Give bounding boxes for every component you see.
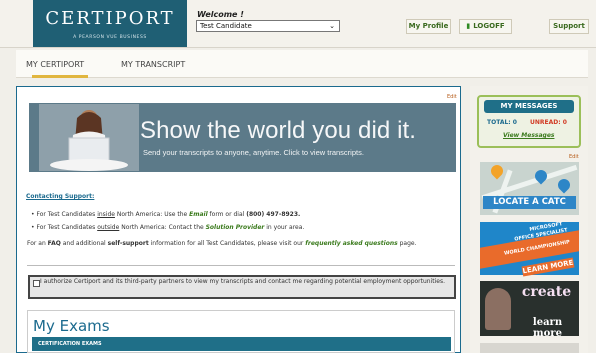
banner-title: Show the world you did it. — [140, 117, 417, 144]
learn-more-label: learn more — [532, 317, 563, 339]
certiport-logo[interactable]: CERTIPORT A PEARSON VUE BUSINESS — [33, 0, 187, 47]
faq-text: For an FAQ and additional self-support i… — [27, 240, 457, 247]
faq-link[interactable]: frequently asked questions — [305, 240, 397, 247]
faq-text-part: information for all Test Candidates, ple… — [148, 240, 306, 247]
outside-underline: outside — [97, 224, 120, 231]
support-item-inside: • For Test Candidates inside North Ameri… — [31, 211, 300, 218]
person-icon — [485, 288, 511, 330]
certiport-page: CERTIPORT A PEARSON VUE BUSINESS Welcome… — [0, 0, 596, 353]
active-tab-indicator — [32, 75, 88, 78]
office-specialist-promo[interactable]: MICROSOFT OFFICE SPECIALIST WORLD CHAMPI… — [480, 221, 579, 277]
support-text: form or dial — [207, 211, 247, 218]
phone-number: (800) 497-8923. — [246, 211, 301, 218]
self-support-label: self-support — [107, 240, 149, 247]
bullet-icon: • — [31, 224, 35, 231]
messages-unread: UNREAD: 0 — [530, 119, 567, 126]
messages-total: TOTAL: 0 — [487, 119, 517, 126]
bullet-icon: • — [31, 211, 35, 218]
banner-subtitle: Send your transcripts to anyone, anytime… — [143, 148, 364, 157]
locate-catc-text: LOCATE A CATC — [483, 196, 576, 209]
candidate-select-value: Test Candidate — [200, 22, 252, 30]
support-text: North America: Contact the — [119, 224, 206, 231]
email-link[interactable]: Email — [189, 211, 208, 218]
support-text: For Test Candidates — [36, 224, 98, 231]
consent-checkbox[interactable] — [33, 280, 40, 287]
create-label: create — [521, 284, 572, 300]
map-pin-icon — [488, 162, 506, 180]
faq-text-part: For an — [27, 240, 48, 247]
next-promo-edge — [480, 343, 579, 353]
main-tabs: MY CERTIPORT MY TRANSCRIPT — [16, 50, 588, 78]
solution-provider-link[interactable]: Solution Provider — [206, 224, 265, 231]
candidate-select[interactable]: Test Candidate ⌄ — [196, 20, 340, 32]
content-divider — [27, 265, 455, 266]
main-edit-link[interactable]: Edit — [447, 94, 457, 100]
logoff-button[interactable]: ▮ LOGOFF — [459, 19, 512, 34]
support-item-outside: • For Test Candidates outside North Amer… — [31, 224, 304, 231]
person-laptop-icon — [39, 104, 139, 171]
inside-underline: inside — [97, 211, 115, 218]
create-promo[interactable]: create learn more — [480, 281, 579, 339]
my-exams-title: My Exams — [33, 317, 110, 335]
view-messages-link[interactable]: View Messages — [503, 132, 554, 139]
support-button[interactable]: Support — [549, 19, 589, 34]
sidebar-edit-link[interactable]: Edit — [569, 154, 579, 160]
messages-title: MY MESSAGES — [484, 100, 574, 113]
faq-text-part: page. — [397, 240, 417, 247]
tab-my-transcript[interactable]: MY TRANSCRIPT — [121, 60, 185, 69]
lock-icon: ▮ — [466, 22, 471, 30]
logo-text: CERTIPORT — [45, 8, 175, 29]
locate-catc-promo[interactable]: LOCATE A CATC — [480, 162, 579, 215]
map-pin-icon — [555, 176, 573, 194]
chevron-down-icon: ⌄ — [329, 22, 335, 30]
logoff-label: LOGOFF — [473, 22, 505, 30]
consent-text: I authorize Certiport and its third-part… — [40, 278, 446, 285]
logo-subtitle: A PEARSON VUE BUSINESS — [73, 35, 147, 40]
support-text: For Test Candidates — [36, 211, 98, 218]
support-text: in your area. — [264, 224, 305, 231]
my-profile-button[interactable]: My Profile — [406, 19, 451, 34]
my-exams-panel: My Exams CERTIFICATION EXAMS — [27, 310, 455, 353]
learn-more-label: LEARN MORE — [521, 257, 575, 277]
certification-exams-header[interactable]: CERTIFICATION EXAMS — [32, 337, 451, 351]
messages-panel: MY MESSAGES TOTAL: 0 UNREAD: 0 View Mess… — [477, 95, 581, 148]
tab-my-certiport[interactable]: MY CERTIPORT — [26, 60, 84, 69]
faq-text-part: and additional — [60, 240, 108, 247]
contacting-support-heading[interactable]: Contacting Support: — [26, 193, 94, 200]
welcome-label: Welcome ! — [197, 10, 244, 19]
top-header: CERTIPORT A PEARSON VUE BUSINESS Welcome… — [0, 0, 596, 48]
support-text: North America: Use the — [114, 211, 190, 218]
employment-consent-box: I authorize Certiport and its third-part… — [28, 275, 456, 299]
person-laptop-illustration — [39, 104, 139, 171]
faq-label: FAQ — [47, 240, 61, 247]
